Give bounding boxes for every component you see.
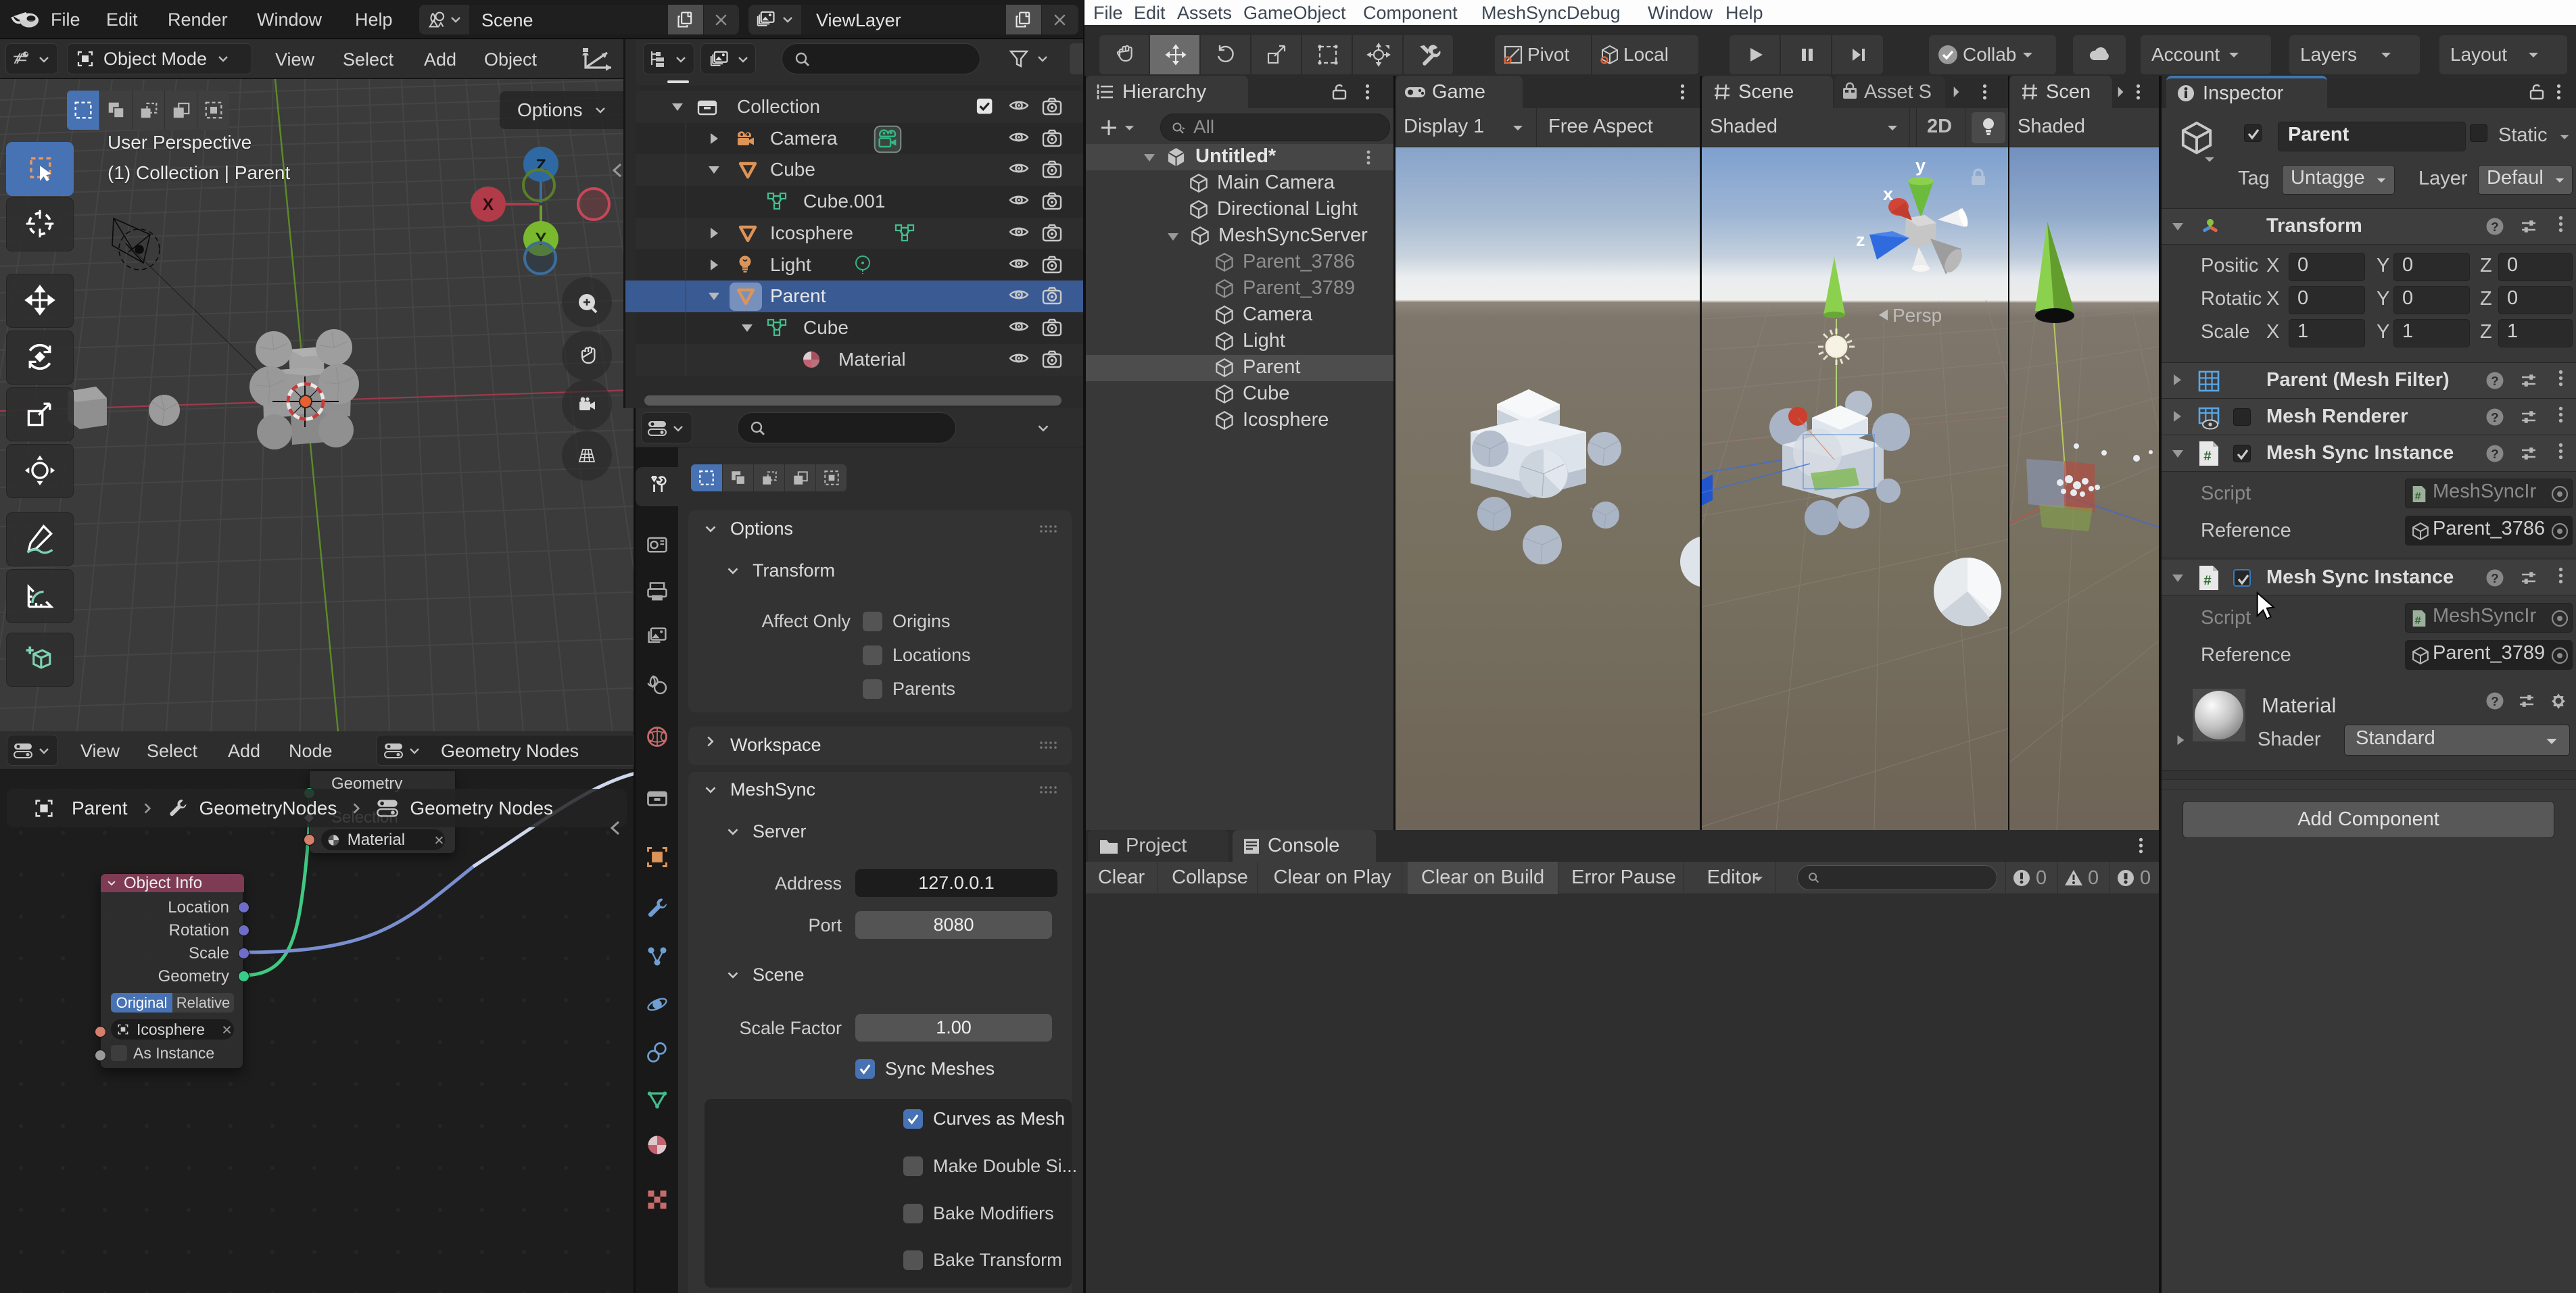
svg-text:y: y: [1915, 155, 1926, 176]
svg-text:#: #: [2203, 574, 2212, 589]
svg-text:#: #: [2414, 615, 2421, 627]
svg-text:X: X: [483, 195, 494, 214]
svg-text:Persp: Persp: [1892, 305, 1942, 326]
svg-text:z: z: [1856, 230, 1865, 250]
svg-text:Z: Z: [535, 156, 546, 175]
svg-text:#: #: [2203, 449, 2212, 465]
svg-text:x: x: [1883, 184, 1893, 204]
svg-text:#: #: [2414, 491, 2421, 503]
